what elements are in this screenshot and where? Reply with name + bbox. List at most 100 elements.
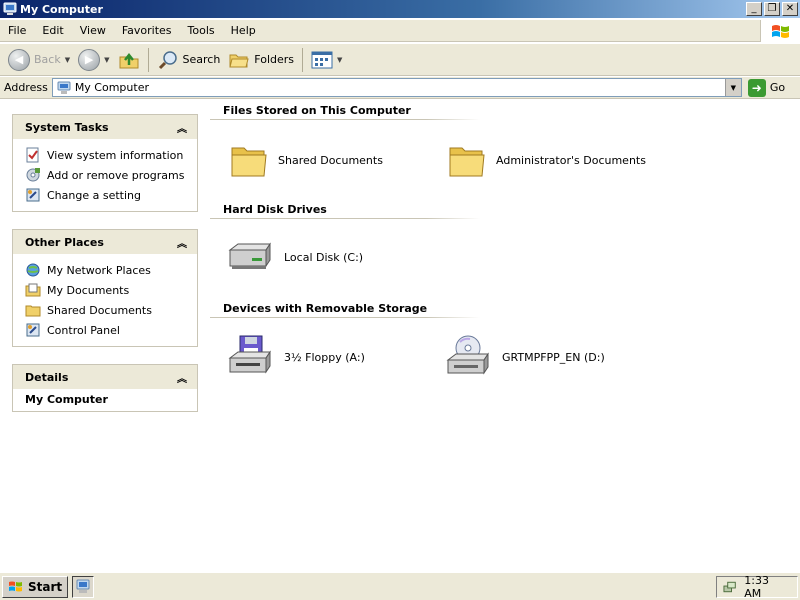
other-places-title: Other Places	[25, 235, 104, 249]
views-icon	[311, 51, 333, 68]
my-computer-icon	[57, 81, 71, 94]
hard-disk-icon	[228, 242, 271, 269]
item-label: GRTMPFPP_EN (D:)	[502, 350, 605, 364]
item-label: Local Disk (C:)	[284, 250, 364, 264]
window-title: My Computer	[20, 2, 103, 16]
menu-bar: File Edit View Favorites Tools Help	[0, 20, 800, 42]
collapse-chevron-icon[interactable]: ︽	[177, 370, 187, 385]
group-divider	[210, 317, 480, 318]
group-divider	[210, 218, 480, 219]
other-places-panel: Other Places ︽ My Network Places My Docu…	[12, 229, 198, 347]
go-button[interactable]: ➜ Go	[747, 78, 786, 97]
change-a-setting-link[interactable]: Change a setting	[25, 185, 197, 205]
chevron-down-icon[interactable]: ▼	[337, 56, 342, 64]
cd-drive-icon	[446, 335, 489, 375]
cd-drive-d-item[interactable]: GRTMPFPP_EN (D:)	[444, 334, 605, 380]
my-documents-icon	[25, 283, 41, 297]
add-remove-programs-link[interactable]: Add or remove programs	[25, 165, 197, 185]
start-button[interactable]: Start	[2, 575, 69, 598]
my-documents-link[interactable]: My Documents	[25, 280, 197, 300]
back-button[interactable]: ◀ Back ▼	[4, 46, 74, 74]
search-label: Search	[182, 53, 221, 66]
folder-icon	[25, 305, 41, 317]
link-label: Shared Documents	[47, 303, 152, 317]
address-label: Address	[4, 81, 48, 94]
clock[interactable]: 1:33 AM	[744, 574, 787, 600]
collapse-chevron-icon[interactable]: ︽	[177, 235, 187, 250]
task-pane: System Tasks ︽ View system information A…	[0, 100, 210, 572]
link-label: My Documents	[47, 283, 130, 297]
folders-icon	[229, 54, 249, 67]
menu-file[interactable]: File	[0, 24, 34, 37]
up-folder-button[interactable]	[114, 46, 144, 74]
address-dropdown-button[interactable]: ▼	[724, 79, 741, 96]
shared-documents-item[interactable]: Shared Documents	[230, 140, 383, 180]
address-input[interactable]: My Computer ▼	[51, 78, 742, 97]
folders-button[interactable]: Folders	[224, 46, 298, 74]
address-bar: Address My Computer ▼ ➜ Go	[0, 77, 800, 99]
search-button[interactable]: Search	[153, 46, 225, 74]
menu-favorites[interactable]: Favorites	[114, 24, 180, 37]
menu-help[interactable]: Help	[223, 24, 264, 37]
floppy-drive-icon	[228, 335, 271, 374]
go-label: Go	[769, 81, 786, 94]
forward-button[interactable]: ▶ ▼	[74, 46, 113, 74]
search-icon	[158, 50, 177, 69]
control-panel-icon	[26, 323, 40, 337]
control-panel-icon	[26, 188, 40, 202]
group-divider	[210, 119, 480, 120]
menu-tools[interactable]: Tools	[180, 24, 223, 37]
control-panel-link[interactable]: Control Panel	[25, 320, 197, 340]
menu-view[interactable]: View	[72, 24, 114, 37]
toolbar-separator	[147, 47, 149, 72]
content-area: Files Stored on This Computer Shared Doc…	[210, 100, 800, 572]
my-computer-icon	[76, 579, 90, 593]
floppy-a-item[interactable]: 3½ Floppy (A:)	[226, 334, 365, 380]
local-disk-c-item[interactable]: Local Disk (C:)	[226, 240, 363, 274]
windows-logo-icon	[760, 20, 800, 42]
administrators-documents-item[interactable]: Administrator's Documents	[448, 140, 646, 180]
taskbar-window-button[interactable]	[72, 575, 95, 598]
maximize-button[interactable]: ❐	[764, 2, 780, 16]
system-tasks-header[interactable]: System Tasks ︽	[13, 115, 197, 139]
back-label: Back	[34, 53, 61, 66]
group-title-hard-disks: Hard Disk Drives	[223, 203, 327, 216]
view-system-information-link[interactable]: View system information	[25, 145, 197, 165]
up-folder-icon	[119, 52, 138, 68]
title-bar[interactable]: My Computer _ ❐ ✕	[0, 0, 800, 18]
link-label: Change a setting	[47, 188, 141, 202]
shared-documents-link[interactable]: Shared Documents	[25, 300, 197, 320]
network-places-icon	[26, 263, 40, 277]
views-button[interactable]: ▼	[307, 46, 346, 74]
minimize-button[interactable]: _	[746, 2, 762, 16]
link-label: View system information	[47, 148, 184, 162]
my-network-places-link[interactable]: My Network Places	[25, 260, 197, 280]
other-places-header[interactable]: Other Places ︽	[13, 230, 197, 254]
toolbar: ◀ Back ▼ ▶ ▼ Search Folders ▼	[0, 44, 800, 76]
menu-edit[interactable]: Edit	[34, 24, 71, 37]
address-value: My Computer	[74, 81, 149, 94]
group-title-files: Files Stored on This Computer	[223, 104, 411, 117]
go-arrow-icon: ➜	[747, 78, 766, 97]
link-label: Control Panel	[47, 323, 120, 337]
folder-icon	[449, 147, 485, 177]
item-label: Administrator's Documents	[496, 153, 646, 167]
folders-label: Folders	[254, 53, 295, 66]
chevron-down-icon[interactable]: ▼	[104, 56, 109, 64]
start-label: Start	[28, 579, 63, 594]
system-tasks-panel: System Tasks ︽ View system information A…	[12, 114, 198, 212]
system-tray: 1:33 AM	[716, 574, 798, 600]
forward-arrow-icon: ▶	[78, 48, 101, 71]
close-button[interactable]: ✕	[782, 2, 798, 16]
group-title-removable: Devices with Removable Storage	[223, 302, 428, 315]
network-tray-icon[interactable]	[723, 580, 736, 594]
link-label: Add or remove programs	[47, 168, 185, 182]
details-value: My Computer	[25, 393, 108, 406]
item-label: 3½ Floppy (A:)	[284, 350, 365, 364]
back-arrow-icon: ◀	[8, 48, 30, 71]
taskbar: Start 1:33 AM	[0, 572, 800, 600]
my-computer-icon	[3, 2, 17, 15]
chevron-down-icon[interactable]: ▼	[65, 56, 70, 64]
collapse-chevron-icon[interactable]: ︽	[177, 120, 187, 135]
details-header[interactable]: Details ︽	[13, 365, 197, 389]
